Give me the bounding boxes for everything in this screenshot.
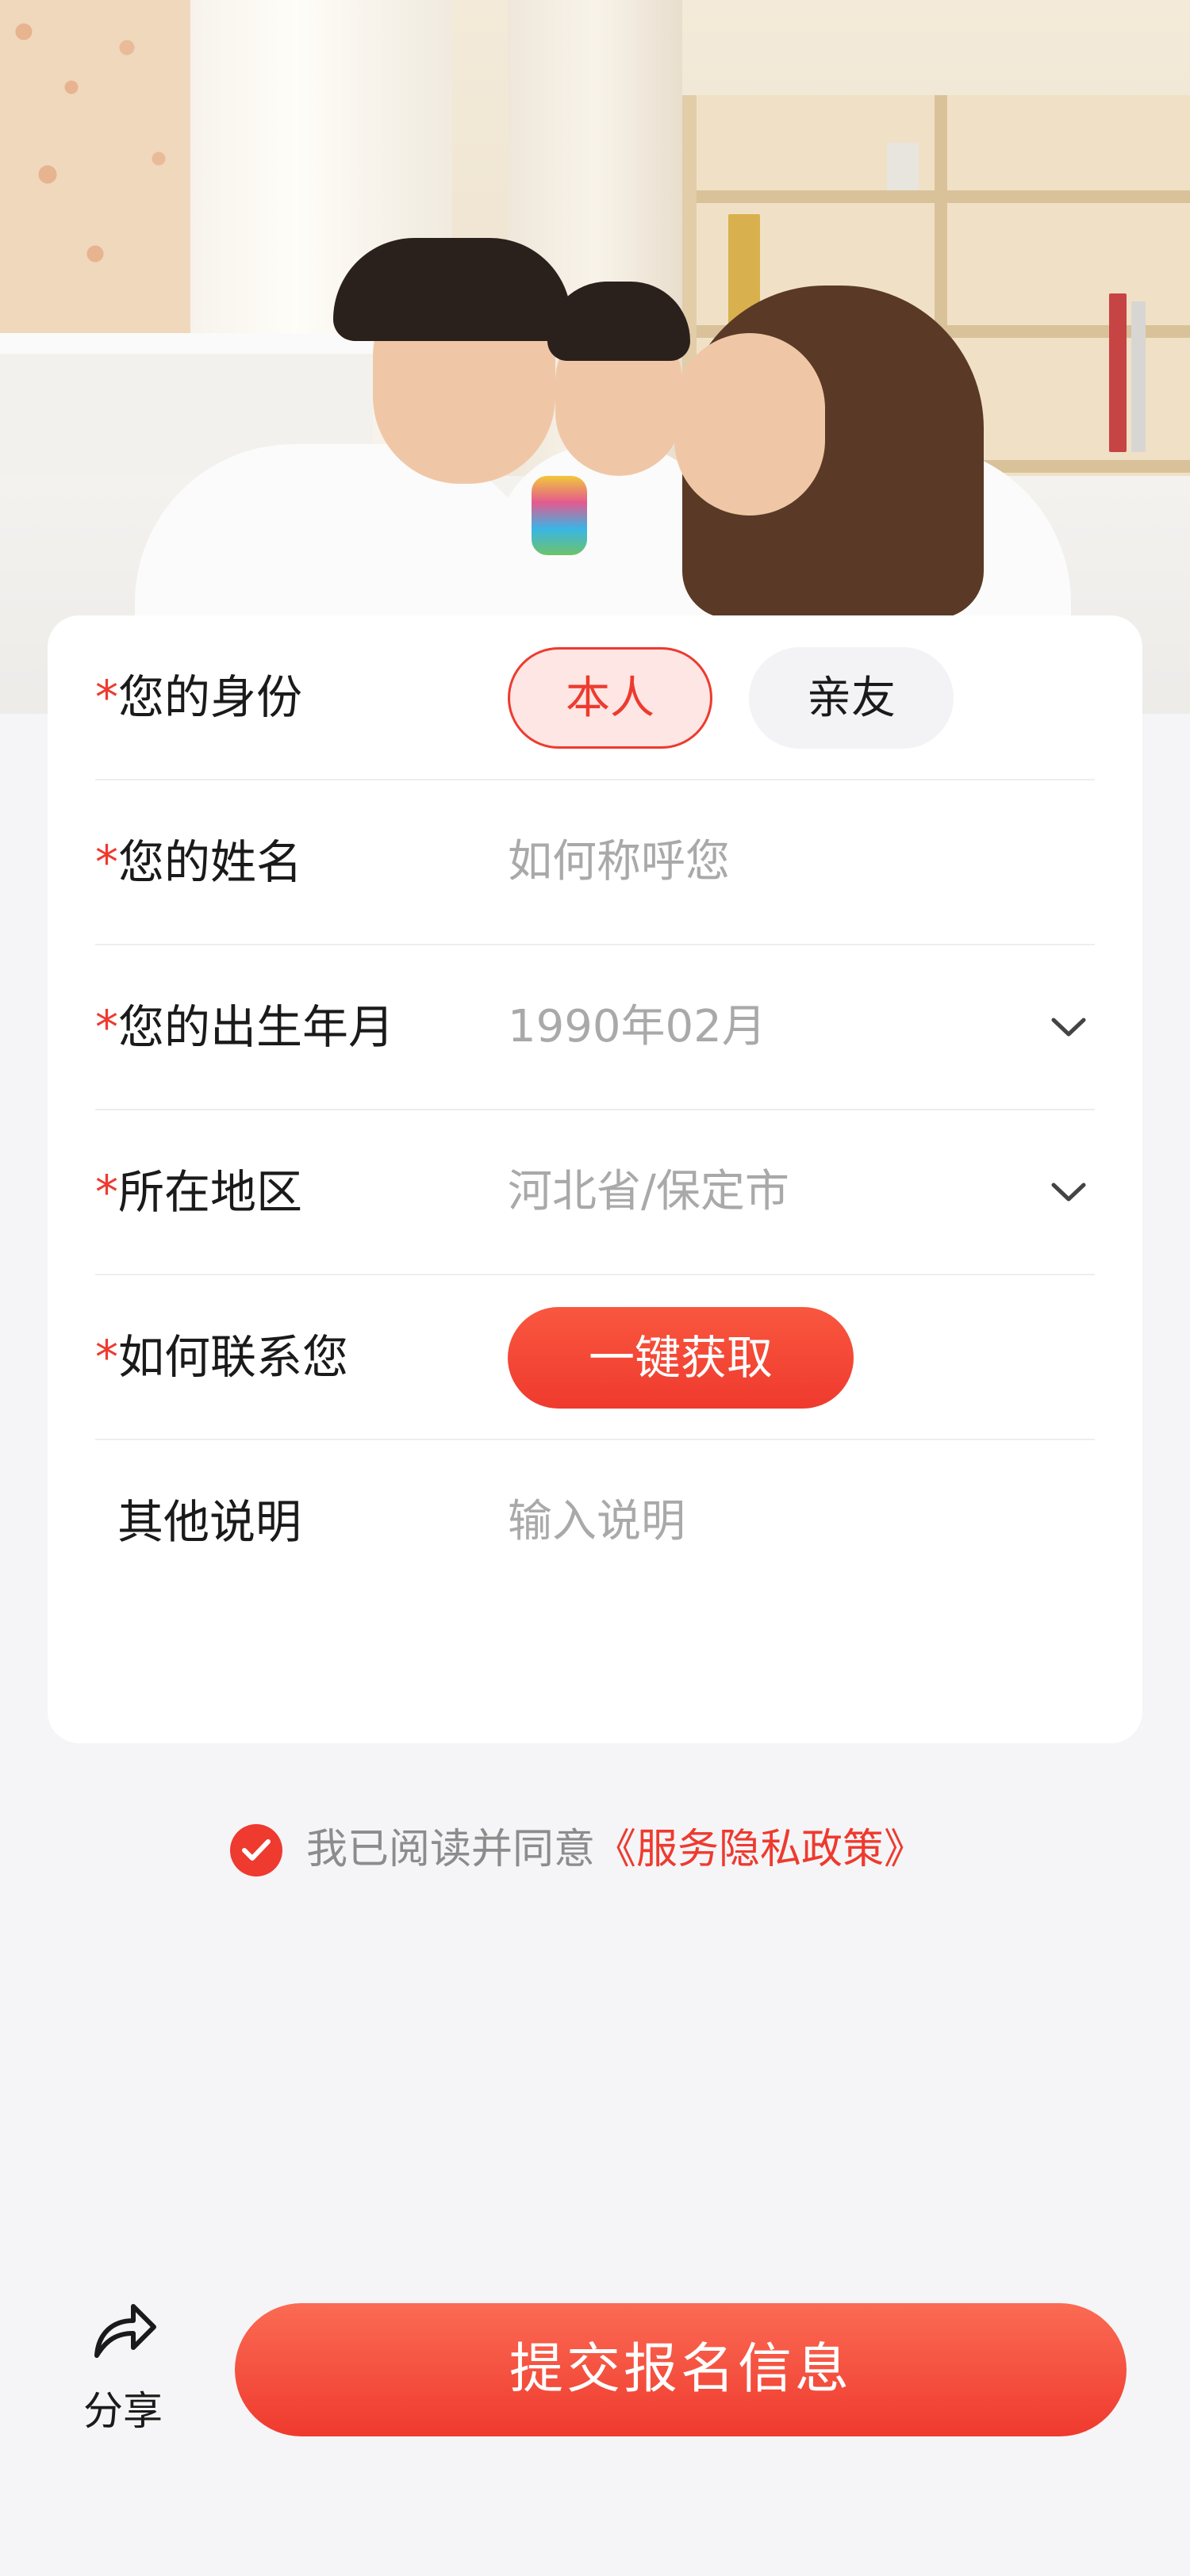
name-input[interactable]: 如何称呼您	[508, 780, 1095, 944]
get-phone-button[interactable]: 一键获取	[508, 1307, 854, 1409]
required-mark: *	[95, 670, 118, 724]
contact-label: *如何联系您	[95, 1330, 349, 1384]
birth-label: *您的出生年月	[95, 1000, 395, 1054]
region-row[interactable]: *所在地区 河北省/保定市	[95, 1110, 1095, 1275]
identity-option-self[interactable]: 本人	[508, 647, 712, 749]
contact-row: *如何联系您 一键获取	[95, 1275, 1095, 1440]
notes-row: 其他说明 输入说明	[95, 1440, 1095, 1605]
agreement-text: 我已阅读并同意	[306, 1826, 596, 1873]
man-hair	[333, 238, 571, 341]
required-mark: *	[95, 1165, 118, 1219]
birth-row[interactable]: *您的出生年月 1990年02月	[95, 945, 1095, 1110]
woman-face	[674, 333, 825, 516]
required-mark: *	[95, 1330, 118, 1384]
identity-row: *您的身份 本人 亲友	[95, 615, 1095, 780]
signup-form-card: *您的身份 本人 亲友 *您的姓名 如何称呼您 *您的出生年月 1990年02月…	[48, 615, 1142, 1743]
birth-select[interactable]: 1990年02月	[508, 945, 766, 1109]
privacy-policy-link[interactable]: 《服务隐私政策》	[595, 1826, 925, 1873]
hero-photo	[0, 0, 1190, 714]
checkmark-icon	[242, 1839, 271, 1861]
name-row: *您的姓名 如何称呼您	[95, 780, 1095, 945]
identity-label: *您的身份	[95, 670, 303, 724]
required-mark: *	[95, 835, 118, 889]
name-label: *您的姓名	[95, 835, 303, 889]
share-label: 分享	[83, 2388, 163, 2434]
region-select[interactable]: 河北省/保定市	[508, 1110, 789, 1274]
agreement-checkbox[interactable]	[230, 1824, 282, 1876]
share-icon	[94, 2304, 156, 2358]
chevron-down-icon[interactable]	[1049, 1007, 1088, 1047]
submit-button[interactable]: 提交报名信息	[235, 2303, 1127, 2436]
region-label: *所在地区	[95, 1165, 303, 1219]
notes-input[interactable]: 输入说明	[508, 1440, 1095, 1604]
chevron-down-icon[interactable]	[1049, 1172, 1088, 1212]
identity-option-friend[interactable]: 亲友	[749, 647, 954, 749]
required-mark: *	[95, 1000, 118, 1054]
notes-label: 其他说明	[117, 1495, 302, 1549]
share-button[interactable]: 分享	[71, 2292, 175, 2434]
toy-stack	[532, 476, 587, 555]
